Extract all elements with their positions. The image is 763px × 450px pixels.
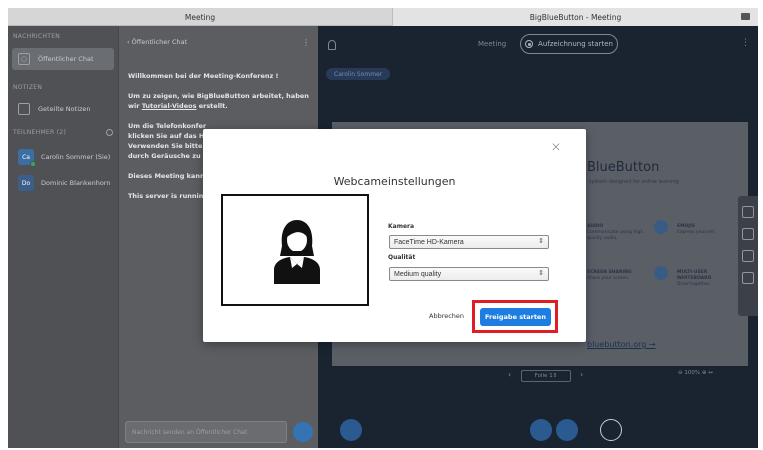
camera-icon (741, 13, 750, 20)
camera-select[interactable]: FaceTime HD-Kamera ⇕ (389, 235, 549, 249)
right-window-title: BigBlueButton - Meeting (393, 8, 758, 26)
select-arrows-icon: ⇕ (538, 270, 544, 277)
cancel-button[interactable]: Abbrechen (429, 312, 464, 320)
camera-label: Kamera (388, 223, 415, 230)
quality-label: Qualität (388, 254, 416, 261)
close-icon[interactable]: × (550, 141, 562, 154)
modal-title: Webcameinstellungen (333, 175, 456, 188)
webcam-settings-modal: × Webcameinstellungen Kamera FaceTime HD… (203, 129, 586, 342)
title-bar: Meeting BigBlueButton - Meeting (8, 8, 758, 26)
select-arrows-icon: ⇕ (538, 238, 544, 245)
webcam-preview (221, 194, 369, 306)
start-sharing-button[interactable]: Freigabe starten (480, 308, 551, 326)
user-avatar-icon (274, 220, 320, 284)
left-window-title: Meeting (8, 8, 393, 26)
quality-select[interactable]: Medium quality ⇕ (389, 267, 549, 281)
window-title-text: BigBlueButton - Meeting (529, 12, 622, 22)
